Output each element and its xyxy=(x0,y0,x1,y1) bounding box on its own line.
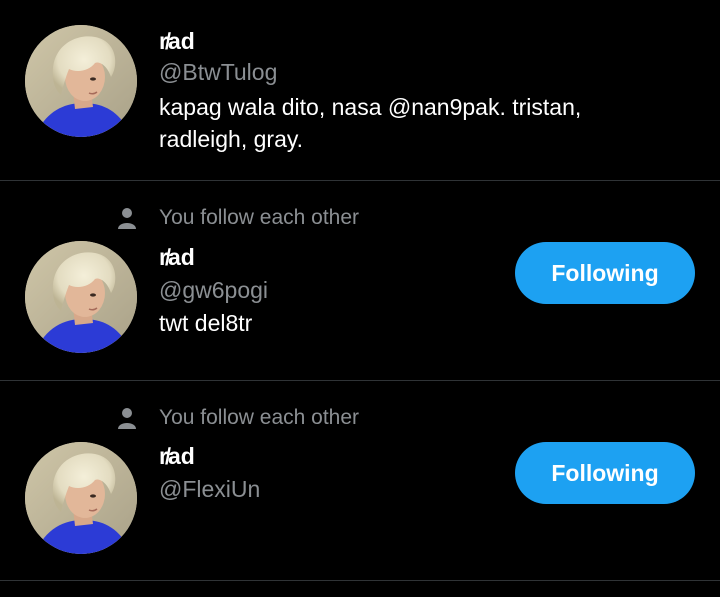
avatar[interactable] xyxy=(25,442,137,554)
social-context: You follow each other xyxy=(117,205,359,231)
avatar[interactable] xyxy=(25,25,137,137)
person-icon xyxy=(117,207,137,229)
user-display-name[interactable]: r̸ad xyxy=(159,443,195,470)
user-bio: kapag wala dito, nasa @nan9pak. tristan,… xyxy=(159,94,582,152)
user-display-name[interactable]: r̸ad xyxy=(159,28,195,55)
user-row[interactable]: You follow each other r̸ad @FlexiUn Foll… xyxy=(0,381,720,580)
user-bio: twt del8tr xyxy=(159,310,253,336)
avatar-image xyxy=(25,25,137,137)
user-row[interactable]: r̸ad @BtwTulog kapag wala dito, nasa @na… xyxy=(0,0,720,180)
user-row[interactable]: You follow each other r̸ad @gw6pogi twt … xyxy=(0,181,720,380)
social-context-text: You follow each other xyxy=(159,406,360,429)
divider xyxy=(0,580,720,581)
following-button[interactable]: Following xyxy=(515,242,695,304)
user-handle: @BtwTulog xyxy=(159,59,278,85)
following-button[interactable]: Following xyxy=(515,442,695,504)
avatar-image xyxy=(25,442,137,554)
social-context-text: You follow each other xyxy=(159,206,360,229)
user-handle: @FlexiUn xyxy=(159,476,261,502)
user-handle: @gw6pogi xyxy=(159,277,269,303)
person-icon xyxy=(117,407,137,429)
user-display-name[interactable]: r̸ad xyxy=(159,244,195,271)
avatar-image xyxy=(25,241,137,353)
avatar[interactable] xyxy=(25,241,137,353)
social-context: You follow each other xyxy=(117,405,359,431)
